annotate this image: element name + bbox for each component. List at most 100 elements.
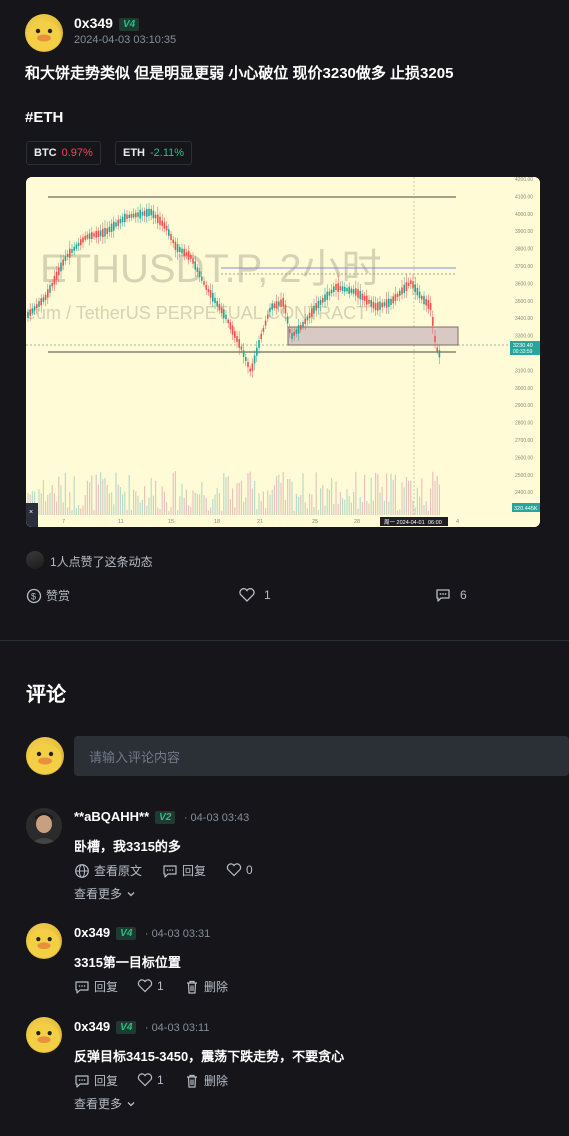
volume-bar (317, 510, 319, 515)
volume-bar (148, 497, 150, 515)
reply-button[interactable]: 回复 (74, 1072, 118, 1089)
candle-body (324, 294, 326, 302)
volume-bar (183, 497, 185, 515)
expand-icon[interactable]: × (29, 509, 33, 516)
like-button[interactable]: 1 (238, 587, 271, 603)
candle-body (185, 252, 188, 256)
post-text: 和大饼走势类似 但是明显更弱 小心破位 现价3230做多 止损3205 (25, 65, 454, 82)
candle-body (249, 368, 251, 372)
commenter-avatar[interactable] (26, 923, 62, 959)
volume-label: 320.445K (514, 506, 538, 512)
comment-like-button[interactable]: 0 (226, 862, 253, 878)
candle-body (201, 276, 203, 281)
comment-author[interactable]: **aBQAHH** (74, 809, 149, 824)
candle-body (421, 296, 423, 300)
time-tick-label: 15 (168, 519, 174, 525)
coin-chip-eth[interactable]: ETH -2.11% (115, 141, 193, 165)
volume-bar (194, 492, 196, 515)
candle-body (91, 232, 93, 239)
candle-body (278, 301, 280, 307)
candle-body (370, 299, 372, 307)
volume-bar (324, 505, 326, 515)
tip-button[interactable]: $ 赞赏 (26, 587, 70, 604)
candle-body (174, 241, 177, 250)
heart-icon (226, 863, 242, 877)
commenter-avatar[interactable] (26, 808, 62, 844)
chart-image[interactable]: ETHUSDT.P, 2小时 eum / TetherUS PERPETUAL … (26, 177, 540, 527)
candle-body (29, 309, 31, 316)
volume-bar (403, 487, 405, 515)
volume-bar (49, 492, 51, 515)
candle-body (405, 282, 408, 292)
commenter-avatar[interactable] (26, 1017, 62, 1053)
candle-body (238, 339, 240, 348)
comment-icon (436, 589, 450, 602)
volume-bar (238, 482, 240, 515)
candle-body (352, 289, 355, 294)
hashtag-eth[interactable]: #ETH (25, 109, 63, 126)
price-chart: ETHUSDT.P, 2小时 eum / TetherUS PERPETUAL … (26, 177, 540, 527)
volume-bar (262, 491, 264, 515)
volume-bar (188, 505, 190, 515)
candle-body (163, 222, 166, 229)
comment-author[interactable]: 0x349 (74, 925, 110, 940)
volume-bar (353, 491, 355, 515)
candle-body (357, 289, 359, 298)
likes-summary[interactable]: 1人点赞了这条动态 (50, 553, 153, 570)
liker-avatar[interactable] (26, 551, 44, 569)
candle-body (242, 350, 245, 357)
duck-avatar-icon (27, 929, 61, 959)
candle-body (385, 299, 388, 308)
candle-body (27, 312, 29, 318)
candle-body (216, 301, 218, 307)
volume-bar (80, 508, 82, 515)
comment-like-button[interactable]: 1 (137, 1072, 164, 1088)
comment-like-button[interactable]: 1 (137, 978, 164, 994)
view-more-button[interactable]: 查看更多 (74, 1095, 137, 1112)
candle-body (436, 347, 438, 352)
candle-body (258, 340, 260, 348)
comment-author[interactable]: 0x349 (74, 1019, 110, 1034)
volume-bar (306, 508, 308, 515)
candle-body (291, 333, 293, 339)
delete-button[interactable]: 删除 (184, 978, 228, 995)
candle-body (414, 284, 416, 293)
volume-bar (104, 477, 106, 515)
reply-button[interactable]: 回复 (74, 978, 118, 995)
candle-body (80, 239, 82, 246)
coin-chip-btc[interactable]: BTC 0.97% (26, 141, 101, 165)
volume-bar (243, 501, 245, 515)
level-badge: V4 (116, 1021, 137, 1034)
candle-body (44, 294, 47, 300)
volume-bar (159, 508, 161, 515)
candle-body (97, 230, 100, 237)
candle-body (157, 214, 159, 224)
volume-bar (331, 478, 333, 515)
comments-title: 评论 (26, 684, 66, 706)
comment-button[interactable]: 6 (434, 587, 467, 603)
candle-body (293, 331, 295, 336)
candle-body (434, 336, 436, 342)
volume-bar (405, 477, 407, 515)
candle-body (115, 222, 117, 227)
comment-icon (163, 864, 177, 878)
volume-bar (423, 504, 425, 515)
author-avatar[interactable] (25, 14, 63, 52)
comment-text: 反弹目标3415-3450，震荡下跌走势，不要贪心 (74, 1049, 345, 1064)
comment-input[interactable]: 请输入评论内容 (74, 736, 569, 776)
time-tick-label: 7 (62, 519, 65, 525)
volume-bar (366, 501, 368, 515)
view-more-button[interactable]: 查看更多 (74, 885, 137, 902)
volume-bar (311, 494, 313, 515)
delete-button[interactable]: 删除 (184, 1072, 228, 1089)
candle-body (330, 289, 333, 294)
candle-body (410, 280, 412, 285)
view-original-button[interactable]: 查看原文 (74, 862, 142, 879)
reply-button[interactable]: 回复 (162, 862, 206, 879)
candle-body (366, 295, 368, 305)
author-name[interactable]: 0x349 (74, 15, 113, 31)
candle-body (64, 255, 67, 261)
candle-body (264, 320, 267, 326)
candle-body (60, 262, 62, 272)
candle-body (53, 275, 56, 285)
